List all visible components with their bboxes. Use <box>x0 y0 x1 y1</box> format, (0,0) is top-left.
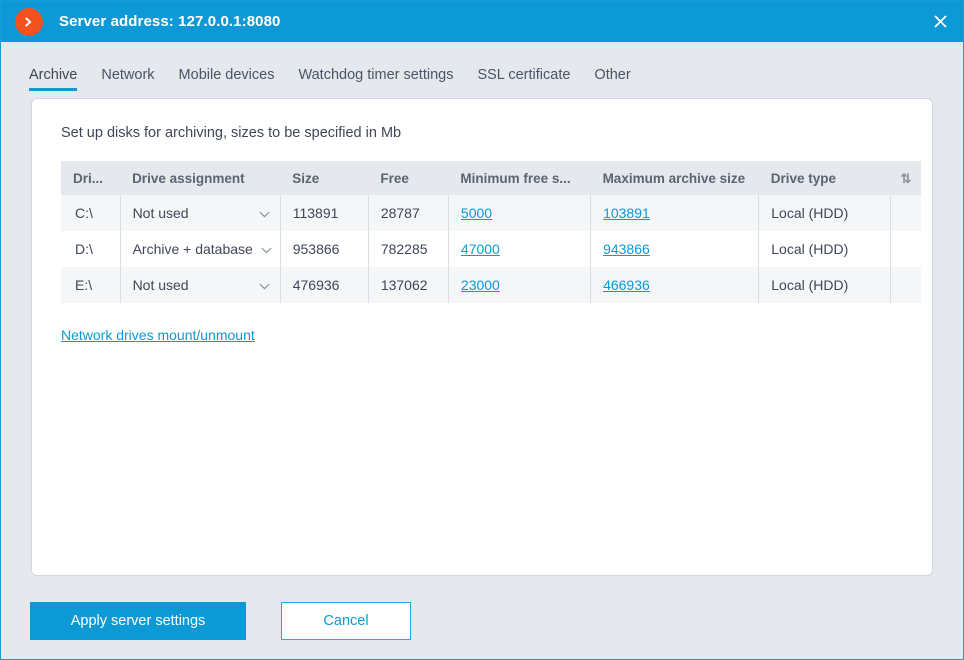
cell-maximum-archive-size: 103891 <box>590 195 759 231</box>
page-title: Server address: 127.0.0.1:8080 <box>59 13 281 30</box>
column-header-maximum-archive-size[interactable]: Maximum archive size <box>590 161 759 195</box>
cell-drive-type: Local (HDD) <box>758 195 891 231</box>
table-body: C:\ Not used 113891 28787 5000 103891 Lo… <box>61 195 921 303</box>
maximum-archive-size-link[interactable]: 466936 <box>603 277 650 293</box>
archive-settings-card: Set up disks for archiving, sizes to be … <box>31 98 933 576</box>
settings-window: Server address: 127.0.0.1:8080 Archive N… <box>0 0 964 660</box>
cell-drive-assignment: Not used <box>119 195 281 231</box>
content-area: Set up disks for archiving, sizes to be … <box>1 94 963 583</box>
chevron-down-icon <box>261 241 272 257</box>
select-value: Archive + database <box>132 241 253 257</box>
cell-drive: D:\ <box>61 231 121 267</box>
cell-free: 28787 <box>367 195 449 231</box>
table-header-row: Dri... Drive assignment Size Free Minimu… <box>61 161 921 195</box>
cell-spacer <box>890 195 921 231</box>
drive-assignment-select[interactable]: Not used <box>133 205 280 221</box>
tab-label: Network <box>101 67 155 83</box>
chevron-right-circle-icon <box>15 7 43 36</box>
tab-label: SSL certificate <box>477 67 571 83</box>
minimum-free-space-link[interactable]: 23000 <box>461 277 500 293</box>
cell-free: 137062 <box>367 267 449 303</box>
apply-server-settings-button[interactable]: Apply server settings <box>30 602 246 640</box>
maximum-archive-size-link[interactable]: 103891 <box>603 205 650 221</box>
cell-drive-type: Local (HDD) <box>758 231 891 267</box>
card-title: Set up disks for archiving, sizes to be … <box>61 125 402 141</box>
cell-minimum-free-space: 23000 <box>447 267 591 303</box>
cell-spacer <box>890 267 921 303</box>
sort-glyph: ⇅ <box>900 170 912 186</box>
table-header: Dri... Drive assignment Size Free Minimu… <box>61 161 921 195</box>
column-header-minimum-free-space[interactable]: Minimum free s... <box>448 161 591 195</box>
tab-other[interactable]: Other <box>594 67 630 94</box>
column-header-drive-type[interactable]: Drive type <box>758 161 891 195</box>
table-row: D:\ Archive + database 953866 782285 470… <box>61 231 921 267</box>
tab-label: Archive <box>29 67 78 83</box>
cell-spacer <box>890 231 921 267</box>
tab-bar: Archive Network Mobile devices Watchdog … <box>1 42 963 94</box>
cell-minimum-free-space: 5000 <box>447 195 591 231</box>
cell-drive-assignment: Archive + database <box>119 231 281 267</box>
cell-size: 113891 <box>279 195 369 231</box>
cell-size: 953866 <box>279 231 369 267</box>
title-bar: Server address: 127.0.0.1:8080 <box>1 1 963 42</box>
cell-maximum-archive-size: 466936 <box>590 267 759 303</box>
cell-maximum-archive-size: 943866 <box>590 231 759 267</box>
tab-label: Watchdog timer settings <box>298 67 454 83</box>
chevron-down-icon <box>259 277 270 293</box>
cell-drive: C:\ <box>61 195 121 231</box>
drive-assignment-select[interactable]: Not used <box>133 277 280 293</box>
column-header-drive-assignment[interactable]: Drive assignment <box>120 161 281 195</box>
network-drives-mount-unmount-link[interactable]: Network drives mount/unmount <box>61 327 255 343</box>
cell-drive-assignment: Not used <box>119 267 281 303</box>
cancel-button[interactable]: Cancel <box>281 602 411 640</box>
tab-ssl-certificate[interactable]: SSL certificate <box>477 67 570 94</box>
column-header-free[interactable]: Free <box>368 161 449 195</box>
tab-archive[interactable]: Archive <box>29 67 78 94</box>
minimum-free-space-link[interactable]: 5000 <box>461 205 492 221</box>
select-value: Not used <box>132 205 189 221</box>
tab-watchdog-timer-settings[interactable]: Watchdog timer settings <box>298 67 453 94</box>
table-row: E:\ Not used 476936 137062 23000 466936 … <box>61 267 921 303</box>
tab-mobile-devices[interactable]: Mobile devices <box>179 67 275 94</box>
cell-minimum-free-space: 47000 <box>447 231 591 267</box>
maximum-archive-size-link[interactable]: 943866 <box>603 241 650 257</box>
column-header-drive[interactable]: Dri... <box>61 161 121 195</box>
tab-label: Mobile devices <box>178 67 275 83</box>
dialog-footer: Apply server settings Cancel <box>1 583 963 659</box>
tab-network[interactable]: Network <box>101 67 154 94</box>
drives-table: Dri... Drive assignment Size Free Minimu… <box>61 161 921 303</box>
minimum-free-space-link[interactable]: 47000 <box>461 241 500 257</box>
column-header-size[interactable]: Size <box>280 161 369 195</box>
cell-drive: E:\ <box>61 267 121 303</box>
select-value: Not used <box>132 277 189 293</box>
cell-drive-type: Local (HDD) <box>758 267 891 303</box>
sort-updown-icon[interactable]: ⇅ <box>890 161 921 195</box>
close-icon[interactable] <box>917 1 963 42</box>
table-row: C:\ Not used 113891 28787 5000 103891 Lo… <box>61 195 921 231</box>
tab-label: Other <box>594 67 631 83</box>
cell-free: 782285 <box>367 231 449 267</box>
cell-size: 476936 <box>279 267 369 303</box>
chevron-down-icon <box>259 205 270 221</box>
drive-assignment-select[interactable]: Archive + database <box>133 241 280 257</box>
